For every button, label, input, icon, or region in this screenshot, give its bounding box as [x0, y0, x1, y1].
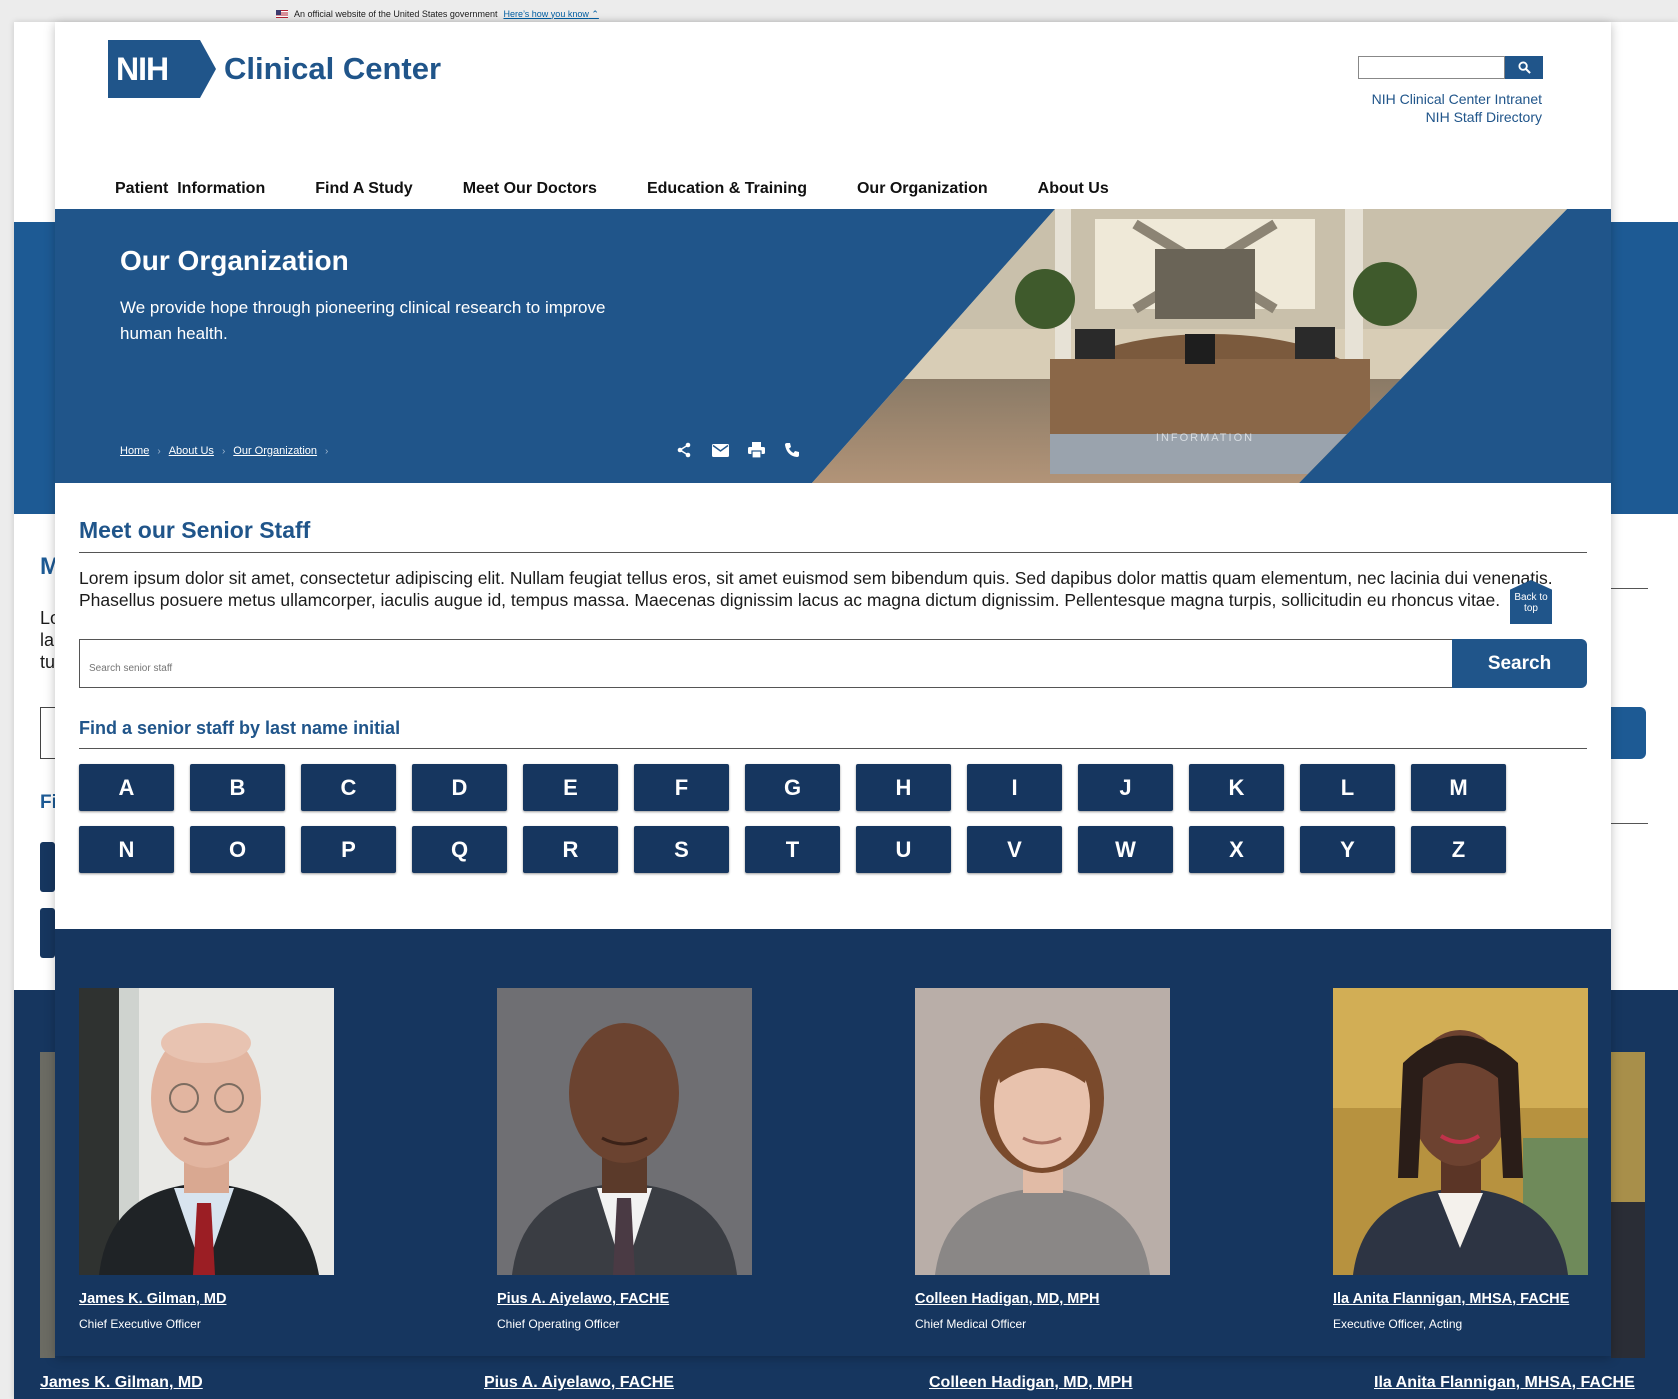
print-icon[interactable] [747, 441, 765, 459]
breadcrumb: Home › About Us › Our Organization › [120, 445, 328, 457]
letter-button-s[interactable]: S [634, 826, 729, 873]
staff-search-button[interactable]: Search [1452, 639, 1587, 688]
letter-button-l[interactable]: L [1300, 764, 1395, 811]
senior-staff-intro: Lorem ipsum dolor sit amet, consectetur … [79, 568, 1553, 610]
letter-filter: A B C D E F G H I J K L M N O P Q R S T … [79, 764, 1587, 873]
hero-image-caption: INFORMATION [1156, 432, 1254, 444]
background-staff-name: Ila Anita Flannigan, MHSA, FACHE [1374, 1374, 1635, 1391]
senior-staff-content: Meet our Senior Staff Lorem ipsum dolor … [79, 483, 1587, 873]
page-tools [675, 441, 801, 459]
letter-button-u[interactable]: U [856, 826, 951, 873]
staff-search: Search [79, 639, 1587, 688]
letter-button-g[interactable]: G [745, 764, 840, 811]
nav-our-organization[interactable]: Our Organization [857, 180, 988, 198]
staff-card: Ila Anita Flannigan, MHSA, FACHE Executi… [1333, 988, 1588, 1331]
staff-card: Colleen Hadigan, MD, MPH Chief Medical O… [915, 988, 1170, 1331]
staff-name-link[interactable]: James K. Gilman, MD [79, 1291, 334, 1307]
nav-education-training[interactable]: Education & Training [647, 180, 807, 198]
breadcrumb-about-us[interactable]: About Us [169, 445, 214, 457]
phone-icon[interactable] [783, 441, 801, 459]
background-staff-name: Pius A. Aiyelawo, FACHE [484, 1374, 674, 1391]
letter-button-f[interactable]: F [634, 764, 729, 811]
gov-banner: An official website of the United States… [276, 7, 599, 21]
staff-photo[interactable] [1333, 988, 1588, 1275]
nav-meet-our-doctors[interactable]: Meet Our Doctors [463, 180, 597, 198]
staff-search-input[interactable] [79, 639, 1452, 688]
letter-button-r[interactable]: R [523, 826, 618, 873]
letter-button-a[interactable]: A [79, 764, 174, 811]
flag-icon [276, 10, 288, 18]
letter-button-d[interactable]: D [412, 764, 507, 811]
letter-button-b[interactable]: B [190, 764, 285, 811]
background-photo [1611, 1052, 1645, 1358]
staff-title: Chief Executive Officer [79, 1317, 201, 1331]
logo-text: Clinical Center [224, 51, 442, 86]
main-nav: Patient Information Find A Study Meet Ou… [115, 180, 1159, 198]
letter-button-v[interactable]: V [967, 826, 1062, 873]
main-page: NIH Clinical Center NIH Clinical Center … [55, 22, 1611, 1356]
letter-button-j[interactable]: J [1078, 764, 1173, 811]
staff-photo[interactable] [79, 988, 334, 1275]
staff-card: James K. Gilman, MD Chief Executive Offi… [79, 988, 334, 1331]
chevron-right-icon: › [221, 445, 226, 457]
senior-staff-heading: Meet our Senior Staff [79, 517, 1587, 553]
chevron-right-icon: › [157, 445, 161, 457]
search-icon [1517, 61, 1531, 74]
nav-about-us[interactable]: About Us [1038, 180, 1109, 198]
find-by-initial-heading: Find a senior staff by last name initial [79, 718, 1587, 749]
letter-button-k[interactable]: K [1189, 764, 1284, 811]
letter-button-h[interactable]: H [856, 764, 951, 811]
logo-mark: NIH [108, 40, 216, 98]
gov-banner-text: An official website of the United States… [294, 9, 498, 19]
letter-button-t[interactable]: T [745, 826, 840, 873]
letter-button-x[interactable]: X [1189, 826, 1284, 873]
site-search-button[interactable] [1505, 56, 1543, 79]
letter-button-y[interactable]: Y [1300, 826, 1395, 873]
staff-photo[interactable] [497, 988, 752, 1275]
chevron-right-icon: › [325, 445, 329, 457]
letter-button-w[interactable]: W [1078, 826, 1173, 873]
letter-button-q[interactable]: Q [412, 826, 507, 873]
nav-patient-information[interactable]: Patient Information [115, 180, 265, 198]
breadcrumb-home[interactable]: Home [120, 445, 149, 457]
letter-button-c[interactable]: C [301, 764, 396, 811]
hero-banner: INFORMATION Our Organization We provide … [55, 209, 1611, 483]
letter-button-m[interactable]: M [1411, 764, 1506, 811]
page-title: Our Organization [120, 245, 349, 276]
page-subtitle: We provide hope through pioneering clini… [120, 298, 606, 343]
staff-photo[interactable] [915, 988, 1170, 1275]
staff-title: Chief Operating Officer [497, 1317, 620, 1331]
letter-button-o[interactable]: O [190, 826, 285, 873]
nih-logo[interactable]: NIH Clinical Center [108, 40, 441, 98]
letter-button-z[interactable]: Z [1411, 826, 1506, 873]
email-icon[interactable] [711, 441, 729, 459]
background-photo [40, 1052, 55, 1358]
staff-card: Pius A. Aiyelawo, FACHE Chief Operating … [497, 988, 752, 1331]
intranet-link[interactable]: NIH Clinical Center Intranet [1372, 90, 1542, 108]
letter-button-p[interactable]: P [301, 826, 396, 873]
share-icon[interactable] [675, 441, 693, 459]
site-search [1358, 56, 1543, 79]
background-staff-name: James K. Gilman, MD [40, 1374, 203, 1391]
staff-name-link[interactable]: Colleen Hadigan, MD, MPH [915, 1291, 1170, 1307]
background-letter-button [40, 908, 55, 958]
senior-staff-list: James K. Gilman, MD Chief Executive Offi… [55, 929, 1611, 1356]
nav-find-a-study[interactable]: Find A Study [315, 180, 412, 198]
letter-button-n[interactable]: N [79, 826, 174, 873]
heres-how-you-know-link[interactable]: Here’s how you know ⌃ [503, 9, 598, 20]
staff-name-link[interactable]: Pius A. Aiyelawo, FACHE [497, 1291, 752, 1307]
background-letter-button [40, 842, 55, 892]
site-search-input[interactable] [1358, 56, 1505, 79]
letter-button-e[interactable]: E [523, 764, 618, 811]
breadcrumb-our-organization[interactable]: Our Organization [233, 445, 317, 457]
staff-name-link[interactable]: Ila Anita Flannigan, MHSA, FACHE [1333, 1291, 1588, 1307]
utility-links: NIH Clinical Center Intranet NIH Staff D… [1372, 90, 1542, 126]
staff-title: Chief Medical Officer [915, 1317, 1027, 1331]
letter-button-i[interactable]: I [967, 764, 1062, 811]
staff-directory-link[interactable]: NIH Staff Directory [1372, 108, 1542, 126]
staff-title: Executive Officer, Acting [1333, 1317, 1463, 1331]
background-staff-name: Colleen Hadigan, MD, MPH [929, 1374, 1133, 1391]
